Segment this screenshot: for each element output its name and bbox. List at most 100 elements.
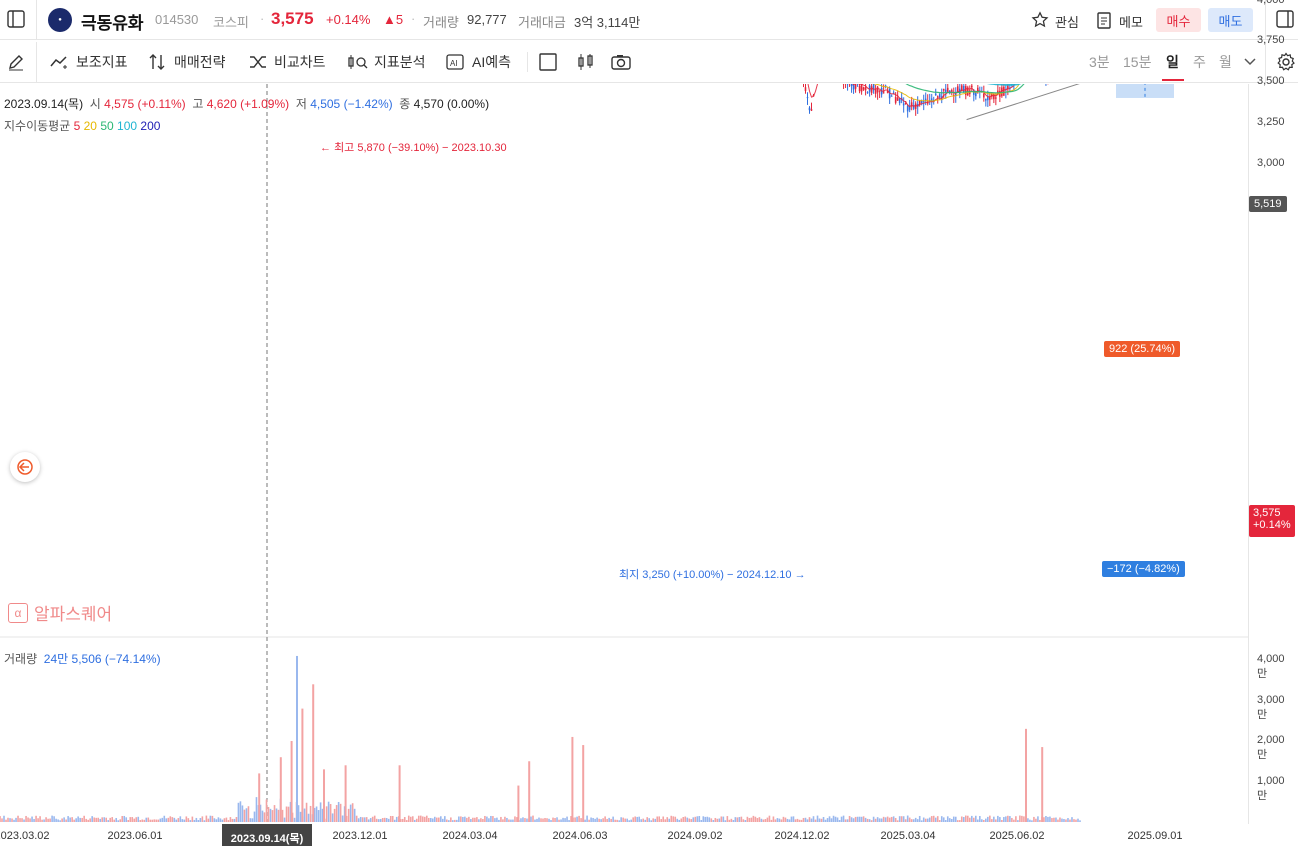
volume-bar — [263, 812, 266, 822]
volume-bar — [728, 819, 731, 822]
volume-bar — [991, 819, 993, 822]
period-3min[interactable]: 3분 — [1089, 42, 1110, 82]
volume-bar — [207, 818, 210, 822]
volume-spike-bar — [398, 765, 401, 822]
stock-name[interactable]: 극동유화 — [81, 9, 144, 34]
volume-bar — [351, 803, 354, 822]
open-pct: (+0.11%) — [137, 97, 186, 111]
volume-bar — [786, 818, 789, 822]
strategy-button[interactable]: 매매전략 — [148, 42, 226, 82]
volume-bar — [181, 819, 184, 822]
volume-bar — [938, 820, 941, 822]
volume-bar — [413, 819, 416, 822]
volume-bar — [778, 818, 781, 822]
reset-view-icon[interactable] — [10, 452, 40, 482]
volume-bar — [191, 816, 194, 822]
volume-bar — [564, 818, 566, 822]
volume-bar — [720, 816, 723, 822]
period-day[interactable]: 일 — [1166, 42, 1179, 82]
period-week[interactable]: 주 — [1193, 42, 1206, 82]
volume-bar — [185, 816, 188, 822]
right-panel-toggle-icon[interactable] — [1275, 8, 1295, 30]
volume-bar — [331, 813, 334, 822]
volume-bar — [644, 819, 646, 822]
square-icon[interactable] — [538, 52, 558, 72]
volume-bar — [622, 817, 624, 822]
ai-predict-button[interactable]: AI AI예측 — [444, 42, 511, 82]
period-month[interactable]: 월 — [1219, 42, 1232, 82]
volume-bar — [0, 816, 1, 822]
volume-bar — [608, 817, 610, 822]
volume-bar — [233, 818, 236, 822]
volume-bar — [708, 817, 711, 822]
ma-legend[interactable]: 지수이동평균 5 20 50 100 200 — [4, 117, 160, 134]
volume-bar — [650, 820, 653, 822]
volume-bar — [221, 819, 224, 822]
volume-bar — [209, 815, 212, 822]
candle-body — [878, 90, 881, 92]
volume-bar — [235, 817, 238, 822]
volume-bar — [223, 818, 226, 822]
volume-bar — [423, 816, 426, 822]
volume-bar — [405, 820, 408, 822]
amount-value: 3억 3,114만 — [574, 15, 641, 30]
volume-bar — [670, 815, 673, 822]
min-annotation: 최지 3,250 (+10.00%) − 2024.12.10 → — [619, 569, 806, 581]
candle-body — [808, 107, 811, 111]
volume-bar — [215, 819, 218, 822]
volume-bar — [325, 806, 328, 822]
sidebar-toggle-icon[interactable] — [6, 8, 26, 30]
pencil-icon[interactable] — [5, 51, 27, 73]
buy-button[interactable]: 매수 — [1156, 8, 1201, 32]
volume-bar — [1035, 818, 1037, 822]
volume-bar — [562, 817, 564, 822]
volume-bar — [948, 818, 951, 822]
volume-bar — [842, 815, 845, 822]
volume-bar — [305, 802, 308, 822]
indicators-button[interactable]: 보조지표 — [50, 42, 128, 82]
price-chart[interactable] — [0, 84, 1298, 846]
volume-bar — [135, 817, 138, 822]
volume-bar — [746, 816, 749, 822]
star-icon[interactable] — [1030, 10, 1050, 30]
camera-icon[interactable] — [610, 52, 632, 72]
volume-bar — [958, 820, 961, 822]
chevron-down-icon[interactable] — [1242, 54, 1258, 70]
volume-legend-value: 24만 5,506 (−74.14%) — [43, 652, 161, 666]
volume-bar — [201, 816, 204, 822]
gear-icon[interactable] — [1275, 51, 1297, 73]
watch-button[interactable]: 관심 — [1055, 12, 1079, 31]
volume-bar — [421, 816, 424, 822]
volume-bar — [1053, 817, 1055, 822]
volume-bar — [894, 817, 897, 822]
volume-bar — [788, 819, 791, 822]
volume-bar — [770, 819, 773, 822]
volume-bar — [377, 819, 380, 822]
low-label: 저 — [295, 97, 307, 111]
memo-button[interactable]: 메모 — [1119, 12, 1143, 31]
sell-button[interactable]: 매도 — [1208, 8, 1253, 32]
candlestick-icon[interactable] — [575, 52, 597, 72]
volume-bar — [217, 817, 220, 822]
volume-bar — [638, 816, 640, 822]
volume-bar — [462, 816, 464, 822]
analysis-button[interactable]: 지표분석 — [346, 42, 426, 82]
volume-bar — [860, 816, 863, 822]
volume-spike-bar — [582, 745, 585, 822]
compare-button[interactable]: 비교차트 — [248, 42, 326, 82]
change-pct: +0.14% — [326, 12, 371, 27]
volume-bar — [1049, 816, 1051, 822]
period-15min[interactable]: 15분 — [1123, 42, 1151, 82]
volume-bar — [989, 815, 991, 822]
volume-bar — [429, 817, 432, 822]
volume-bar — [99, 818, 101, 822]
memo-icon[interactable] — [1094, 10, 1114, 30]
volume-bar — [598, 818, 600, 822]
volume-bar — [780, 819, 783, 822]
candle-body — [944, 89, 947, 92]
volume-bar — [606, 818, 608, 822]
price-tick-label: 4,000 — [1257, 0, 1286, 6]
volume-bar — [554, 818, 556, 822]
date-tick-label: 2024.09.02 — [667, 830, 723, 842]
volume-bar — [550, 820, 552, 822]
